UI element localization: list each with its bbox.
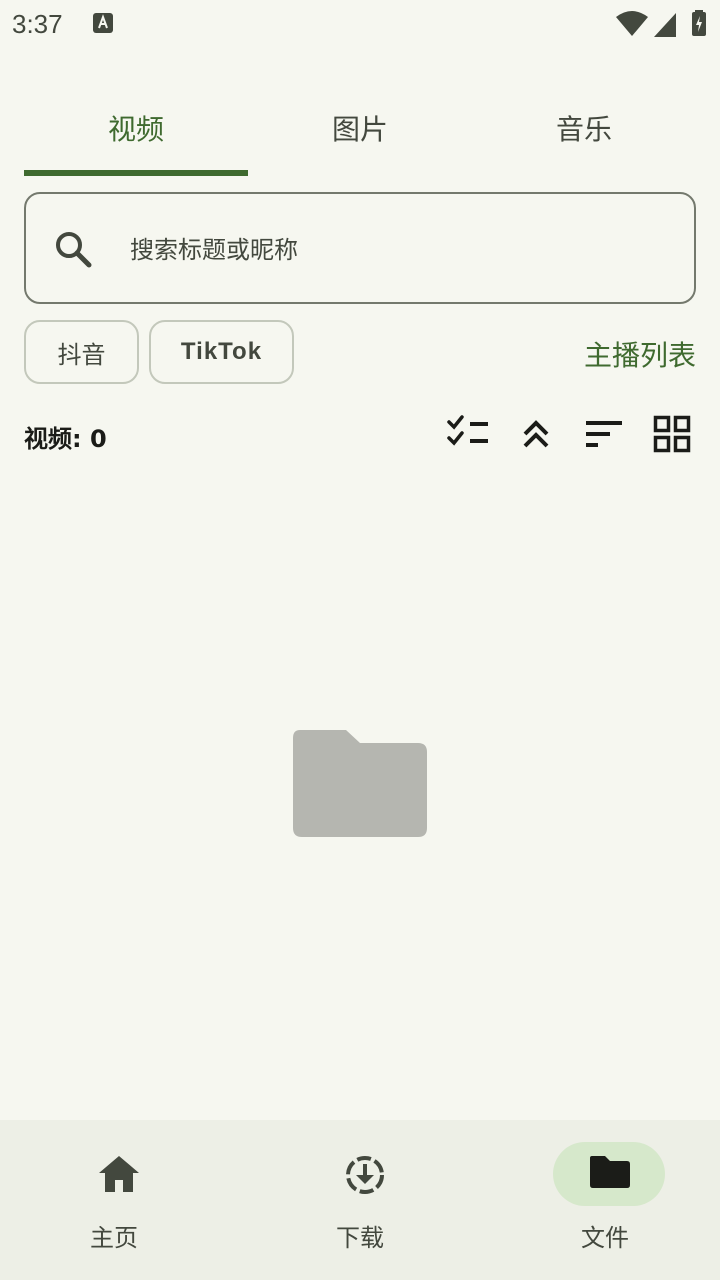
tab-indicator <box>24 170 248 176</box>
chip-tiktok[interactable]: TikTok <box>149 320 294 384</box>
download-icon <box>346 1156 384 1194</box>
media-tabs: 视频 图片 音乐 <box>24 90 696 176</box>
home-icon <box>99 1156 139 1192</box>
search-box[interactable] <box>24 192 696 304</box>
tab-image[interactable]: 图片 <box>248 90 472 176</box>
nav-item-files[interactable]: 文件 <box>485 1120 720 1280</box>
sort-icon[interactable] <box>580 412 628 456</box>
streamer-list-link[interactable]: 主播列表 <box>560 334 696 374</box>
nav-item-home[interactable]: 主页 <box>0 1120 234 1280</box>
status-time: 3:37 <box>12 9 63 39</box>
nav-label-files: 文件 <box>581 1224 629 1252</box>
grid-view-icon[interactable] <box>648 412 696 456</box>
video-count: 视频: 0 <box>24 425 107 453</box>
checklist-icon[interactable] <box>444 412 492 456</box>
bottom-nav: 主页 下载 文件 <box>0 1120 720 1280</box>
folder-icon <box>590 1156 630 1188</box>
chip-douyin-label: 抖音 <box>57 340 106 369</box>
battery-charging-icon <box>692 10 706 36</box>
notification-a-icon <box>93 13 113 33</box>
nav-item-download[interactable]: 下载 <box>240 1120 480 1280</box>
wifi-icon <box>616 11 648 36</box>
search-icon[interactable] <box>52 228 94 270</box>
empty-folder-icon <box>293 730 427 837</box>
tab-image-label: 图片 <box>331 113 388 146</box>
nav-label-home: 主页 <box>90 1224 138 1252</box>
tab-video-label: 视频 <box>107 113 164 146</box>
app-screen: 3:37 视频 图片 音乐 搜索标题或昵称 抖音 TikTok 主播列表 视频:… <box>0 0 720 1280</box>
chip-tiktok-label: TikTok <box>180 338 263 365</box>
tab-music[interactable]: 音乐 <box>472 90 696 176</box>
nav-label-download: 下载 <box>336 1224 384 1252</box>
collapse-all-icon[interactable] <box>512 412 560 456</box>
tab-music-label: 音乐 <box>555 113 612 146</box>
tab-video[interactable]: 视频 <box>24 90 248 176</box>
chip-douyin[interactable]: 抖音 <box>24 320 139 384</box>
status-bar: 3:37 <box>0 0 720 50</box>
signal-icon <box>654 13 676 37</box>
search-input[interactable] <box>130 230 670 270</box>
